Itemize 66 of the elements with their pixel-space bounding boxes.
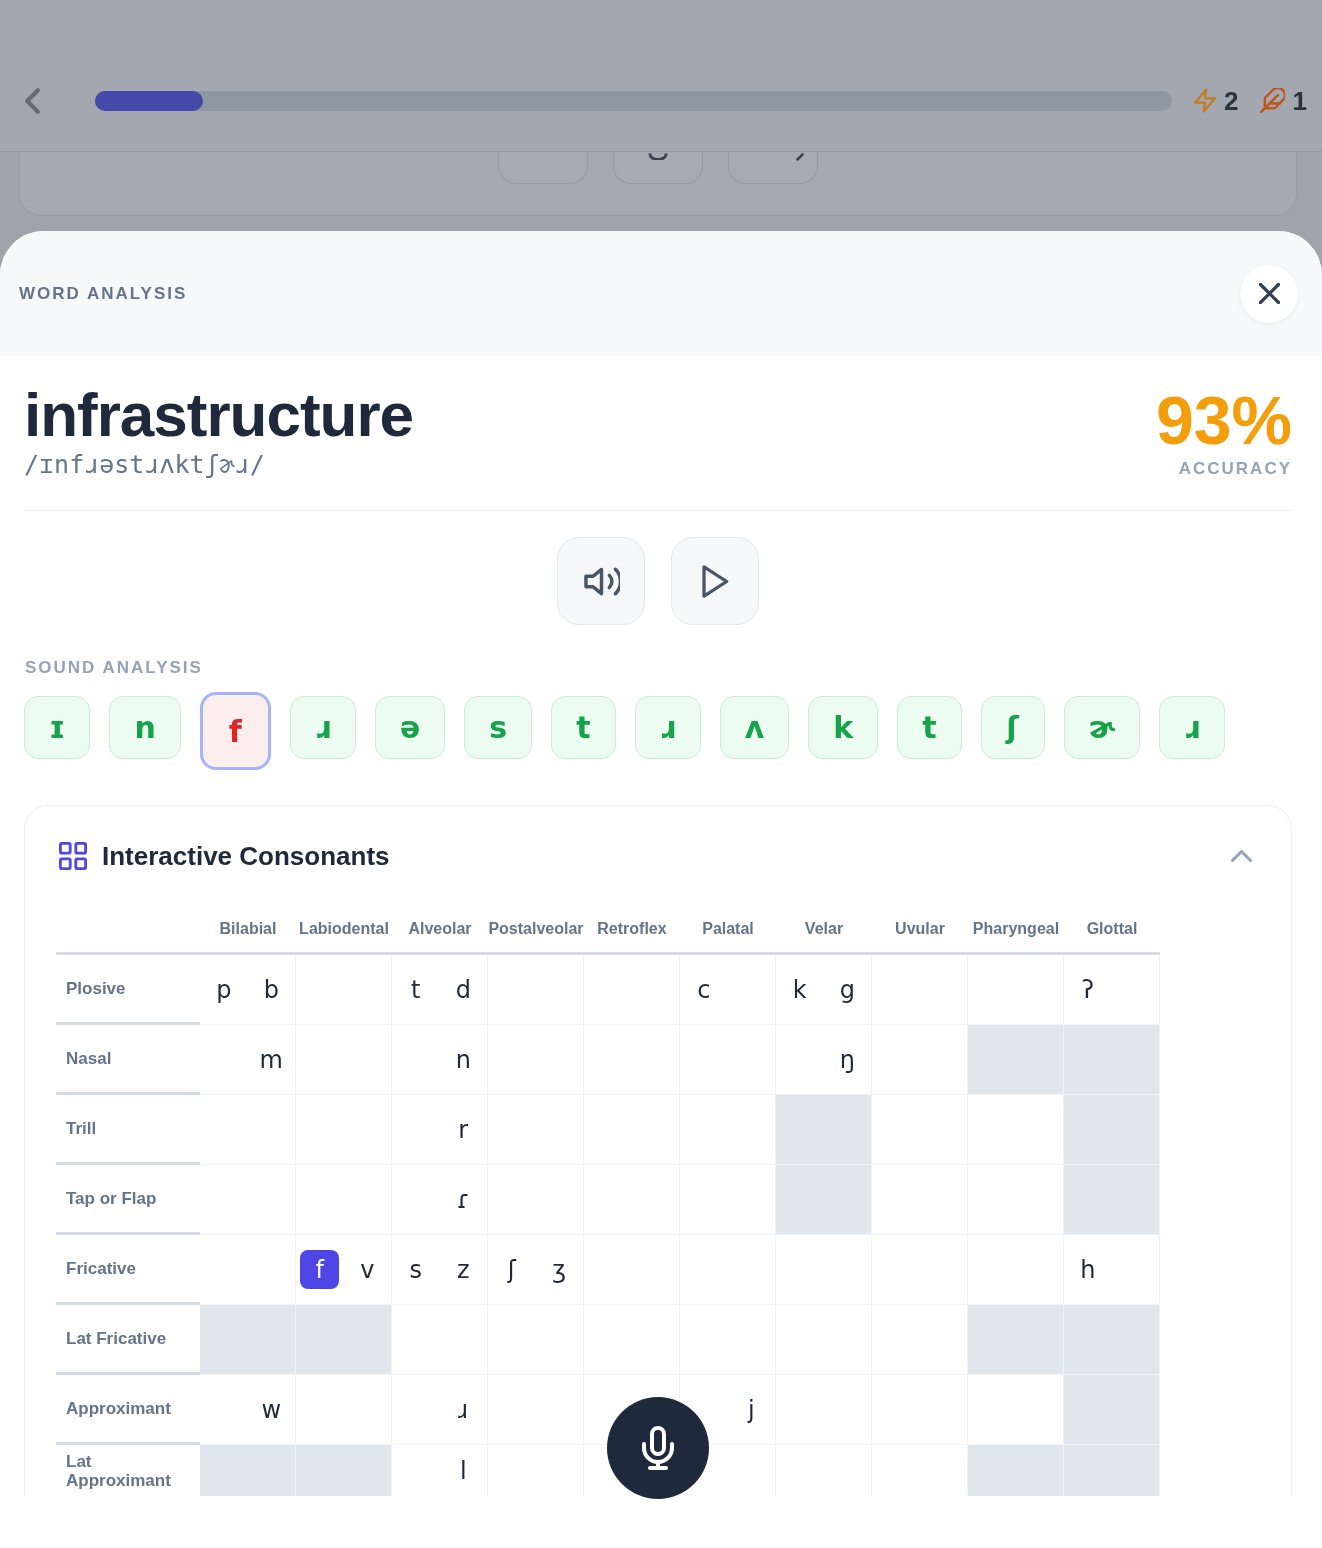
- phonetic-transcription: /ɪnfɹəstɹʌktʃɚɹ/: [24, 450, 265, 480]
- microphone-icon: [642, 1426, 674, 1470]
- column-header: Alveolar: [408, 919, 472, 939]
- consonant-symbol[interactable]: g: [827, 970, 867, 1009]
- counter-value: 2: [1224, 85, 1239, 116]
- column-header: Postalveolar: [488, 919, 584, 939]
- row-header: Trill: [56, 1095, 200, 1165]
- play-button[interactable]: [671, 537, 759, 625]
- column-header: Pharyngeal: [972, 919, 1060, 939]
- consonant-symbol[interactable]: k: [780, 970, 820, 1009]
- row-header: Fricative: [56, 1235, 200, 1305]
- consonant-symbol[interactable]: t: [396, 970, 436, 1009]
- speaker-button[interactable]: [557, 537, 645, 625]
- play-icon: [701, 564, 729, 598]
- counter-value: 1: [1292, 85, 1307, 116]
- row-header: Tap or Flap: [56, 1165, 200, 1235]
- consonant-symbol[interactable]: ʒ: [539, 1250, 579, 1289]
- sheet-title: WORD ANALYSIS: [19, 283, 188, 304]
- consonant-symbol[interactable]: b: [251, 970, 291, 1009]
- consonant-symbol[interactable]: c: [684, 970, 724, 1009]
- consonant-symbol[interactable]: p: [204, 970, 244, 1009]
- consonant-symbol[interactable]: h: [1068, 1250, 1108, 1289]
- consonant-symbol[interactable]: v: [347, 1250, 387, 1289]
- accuracy-label: ACCURACY: [1178, 459, 1292, 479]
- consonant-symbol[interactable]: m: [251, 1040, 291, 1079]
- section-label: SOUND ANALYSIS: [25, 658, 203, 678]
- consonant-symbol[interactable]: s: [396, 1250, 436, 1289]
- consonant-symbol[interactable]: d: [443, 970, 483, 1009]
- column-header: Uvular: [895, 919, 945, 939]
- chevron-up-icon[interactable]: [1231, 850, 1252, 862]
- consonant-symbol[interactable]: f: [300, 1250, 340, 1289]
- consonant-symbol[interactable]: ɹ: [443, 1390, 483, 1429]
- phoneme-chip[interactable]: f: [199, 692, 271, 770]
- consonant-symbol[interactable]: w: [251, 1390, 291, 1429]
- stroke-icon: [796, 153, 804, 161]
- column-header: Bilabial: [219, 919, 277, 939]
- card-title: Interactive Consonants: [102, 841, 390, 871]
- close-icon: [1258, 283, 1280, 304]
- consonant-symbol[interactable]: r: [443, 1110, 483, 1149]
- row-header: Plosive: [56, 955, 200, 1025]
- row-header: Approximant: [56, 1375, 200, 1445]
- arc-icon: [648, 153, 668, 160]
- column-header: Glottal: [1086, 919, 1138, 939]
- card-button[interactable]: [613, 152, 703, 184]
- row-header: Nasal: [56, 1025, 200, 1095]
- column-header: Velar: [804, 919, 844, 939]
- bolt-icon: [1194, 88, 1217, 113]
- accuracy-score: 93%: [1155, 387, 1292, 454]
- close-button[interactable]: [1240, 264, 1298, 323]
- consonant-symbol[interactable]: ŋ: [827, 1040, 867, 1079]
- consonant-symbol[interactable]: l: [443, 1451, 483, 1490]
- word-title: infrastructure: [24, 384, 414, 446]
- consonant-symbol[interactable]: ʔ: [1068, 970, 1108, 1009]
- grid-icon: [59, 842, 87, 870]
- consonant-symbol[interactable]: ʃ: [492, 1250, 532, 1289]
- feather-icon: [1259, 88, 1285, 113]
- back-icon[interactable]: [25, 87, 40, 114]
- consonant-symbol[interactable]: j: [731, 1390, 771, 1429]
- column-header: Labiodental: [299, 919, 389, 939]
- consonant-symbol[interactable]: z: [443, 1250, 483, 1289]
- consonant-symbol[interactable]: ɾ: [443, 1180, 483, 1219]
- consonant-symbol[interactable]: n: [443, 1040, 483, 1079]
- row-header: Lat Approximant: [65, 1450, 172, 1492]
- column-header: Palatal: [702, 919, 754, 939]
- speaker-icon: [582, 566, 620, 596]
- column-header: Retroflex: [597, 919, 667, 939]
